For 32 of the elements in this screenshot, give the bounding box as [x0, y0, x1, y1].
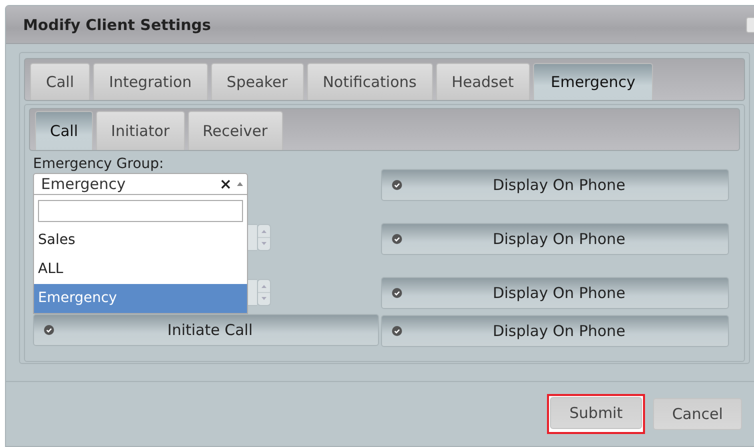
caret-icon: [237, 182, 243, 186]
display-on-phone-button[interactable]: Display On Phone: [381, 315, 729, 347]
check-circle-icon: [392, 234, 402, 244]
dropdown-option[interactable]: Emergency: [34, 284, 247, 313]
tab[interactable]: Receiver: [188, 111, 282, 150]
dialog-button[interactable]: Cancel: [653, 398, 742, 430]
check-circle-icon: [392, 180, 402, 190]
group-select[interactable]: Emergency ×: [33, 173, 248, 195]
dialog-button[interactable]: Submit: [550, 397, 642, 429]
tab[interactable]: Speaker: [210, 63, 304, 100]
dialog-title: Modify Client Settings: [23, 16, 211, 34]
dropdown-option[interactable]: Sales: [34, 226, 247, 255]
clear-icon[interactable]: ×: [219, 175, 232, 193]
display-on-phone-button[interactable]: Display On Phone: [381, 277, 729, 309]
spinner-arrows-icon[interactable]: [257, 224, 271, 251]
search-field[interactable]: [38, 200, 243, 222]
dropdown-option[interactable]: ALL: [34, 255, 247, 284]
display-on-phone-button[interactable]: Display On Phone: [381, 169, 729, 201]
field-label: Emergency Group:: [33, 155, 165, 173]
spinner-arrows-icon[interactable]: [257, 279, 271, 306]
display-on-phone-button[interactable]: Display On Phone: [381, 223, 729, 255]
tab[interactable]: Call: [35, 111, 94, 150]
tab[interactable]: Call: [30, 63, 90, 100]
tab[interactable]: Integration: [93, 63, 208, 100]
check-circle-icon: [392, 326, 402, 336]
initiate-call-button[interactable]: Initiate Call: [33, 314, 379, 346]
tab[interactable]: Emergency: [532, 63, 654, 100]
check-circle-icon: [392, 288, 402, 298]
tab[interactable]: Notifications: [306, 63, 433, 100]
tab[interactable]: Initiator: [96, 111, 185, 150]
check-circle-icon: [44, 325, 54, 335]
tab[interactable]: Headset: [436, 63, 530, 100]
